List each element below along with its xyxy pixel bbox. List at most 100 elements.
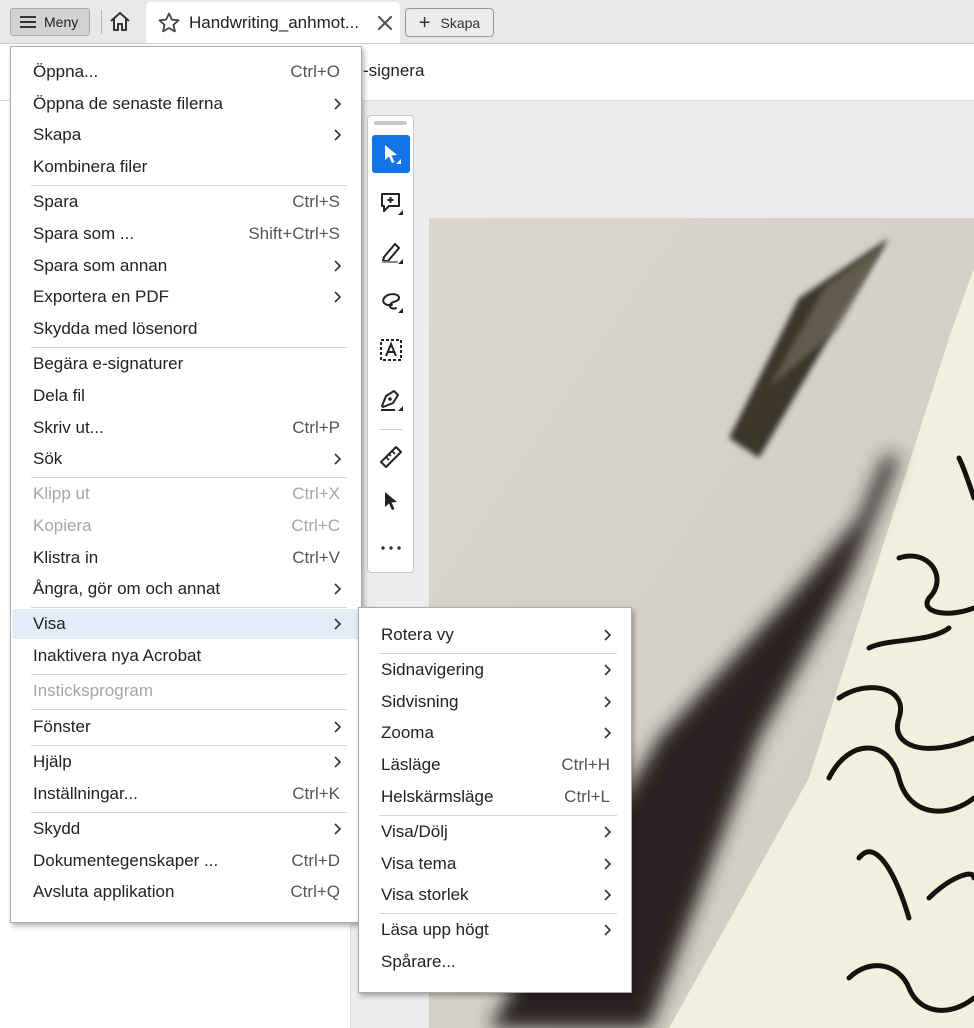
- main-menu-button[interactable]: Meny: [10, 8, 90, 36]
- submenu-item-show-hide[interactable]: Visa/Dölj: [360, 817, 630, 847]
- menu-item-protection[interactable]: Skydd: [12, 814, 360, 844]
- menu-item-request-esignatures[interactable]: Begära e-signaturer: [12, 349, 360, 379]
- submenu-item-tracker[interactable]: Spårare...: [360, 947, 630, 977]
- menu-item-disable-new-acrobat[interactable]: Inaktivera nya Acrobat: [12, 641, 360, 671]
- menu-item-window[interactable]: Fönster: [12, 712, 360, 742]
- chevron-right-icon: [334, 756, 342, 768]
- tool-draw[interactable]: [372, 282, 410, 320]
- menu-item-shortcut: Ctrl+K: [292, 784, 340, 803]
- tool-select[interactable]: [372, 135, 410, 173]
- submenu-item-page-navigation[interactable]: Sidnavigering: [360, 655, 630, 685]
- menu-item-exit[interactable]: Avsluta applikation Ctrl+Q: [12, 877, 360, 907]
- menu-item-label: Skydda med lösenord: [33, 319, 198, 338]
- tool-more[interactable]: [372, 529, 410, 567]
- menu-item-label: Läsläge: [381, 755, 441, 774]
- chevron-right-icon: [604, 858, 612, 870]
- menu-item-settings[interactable]: Inställningar... Ctrl+K: [12, 779, 360, 809]
- chevron-right-icon: [334, 583, 342, 595]
- menu-separator: [379, 913, 617, 914]
- menu-item-label: Rotera vy: [381, 625, 454, 644]
- menu-item-print[interactable]: Skriv ut... Ctrl+P: [12, 413, 360, 443]
- chevron-right-icon: [334, 291, 342, 303]
- menu-item-view[interactable]: Visa: [12, 609, 360, 639]
- menu-item-copy: Kopiera Ctrl+C: [12, 511, 360, 541]
- submenu-item-page-display[interactable]: Sidvisning: [360, 687, 630, 717]
- submenu-item-theme[interactable]: Visa tema: [360, 849, 630, 879]
- tool-pointer[interactable]: [372, 482, 410, 520]
- select-arrow-icon: [385, 145, 401, 164]
- menu-item-help[interactable]: Hjälp: [12, 747, 360, 777]
- menu-item-undo-redo[interactable]: Ångra, gör om och annat: [12, 574, 360, 604]
- menu-item-cut: Klipp ut Ctrl+X: [12, 479, 360, 509]
- tab-title: Handwriting_anhmot...: [189, 12, 360, 32]
- menu-item-protect-password[interactable]: Skydda med lösenord: [12, 314, 360, 344]
- submenu-item-reading-mode[interactable]: Läsläge Ctrl+H: [360, 750, 630, 780]
- menu-item-label: Läsa upp högt: [381, 920, 489, 939]
- menu-item-shortcut: Ctrl+P: [292, 418, 340, 437]
- menu-item-paste[interactable]: Klistra in Ctrl+V: [12, 543, 360, 573]
- submenu-item-read-aloud[interactable]: Läsa upp högt: [360, 915, 630, 945]
- menu-separator: [31, 347, 347, 348]
- pointer-icon: [385, 492, 397, 510]
- menu-item-combine-files[interactable]: Kombinera filer: [12, 152, 360, 182]
- submenu-item-rotate-view[interactable]: Rotera vy: [360, 620, 630, 650]
- view-submenu: Rotera vy Sidnavigering Sidvisning Zooma…: [358, 607, 632, 993]
- tool-fill-sign[interactable]: [372, 380, 410, 418]
- chevron-right-icon: [604, 696, 612, 708]
- tab-bar: Meny Handwriting_anhmot... + Skapa: [0, 0, 974, 44]
- menu-item-label: Klipp ut: [33, 484, 90, 503]
- document-tab[interactable]: Handwriting_anhmot...: [146, 2, 400, 43]
- menu-item-save-as[interactable]: Spara som ... Shift+Ctrl+S: [12, 219, 360, 249]
- menu-item-label: Helskärmsläge: [381, 787, 494, 806]
- menu-item-shortcut: Shift+Ctrl+S: [248, 224, 340, 243]
- menu-item-shortcut: Ctrl+S: [292, 192, 340, 211]
- tool-rail-grip[interactable]: [374, 121, 407, 125]
- menu-item-label: Dokumentegenskaper ...: [33, 851, 219, 870]
- tool-comment[interactable]: [372, 184, 410, 222]
- home-icon[interactable]: [108, 10, 132, 34]
- menu-item-label: Spara som annan: [33, 256, 168, 275]
- submenu-item-zoom[interactable]: Zooma: [360, 718, 630, 748]
- add-comment-icon: [381, 193, 403, 215]
- menu-item-label: Inaktivera nya Acrobat: [33, 646, 202, 665]
- menu-item-recent-files[interactable]: Öppna de senaste filerna: [12, 89, 360, 119]
- text-recognition-icon: [380, 339, 402, 361]
- submenu-item-display-size[interactable]: Visa storlek: [360, 880, 630, 910]
- chevron-right-icon: [334, 129, 342, 141]
- menu-item-save[interactable]: Spara Ctrl+S: [12, 187, 360, 217]
- submenu-item-full-screen[interactable]: Helskärmsläge Ctrl+L: [360, 782, 630, 812]
- menu-item-label: Sidvisning: [381, 692, 459, 711]
- menu-item-label: Skydd: [33, 819, 81, 838]
- menu-item-open[interactable]: Öppna... Ctrl+O: [12, 57, 360, 87]
- menu-item-export-pdf[interactable]: Exportera en PDF: [12, 282, 360, 312]
- tool-measure[interactable]: [372, 438, 410, 476]
- chevron-right-icon: [334, 260, 342, 272]
- create-button-label: Skapa: [440, 14, 481, 31]
- menu-item-search[interactable]: Sök: [12, 444, 360, 474]
- menu-item-label: Visa/Dölj: [381, 822, 448, 841]
- menu-item-label: Fönster: [33, 717, 91, 736]
- tool-highlight[interactable]: [372, 233, 410, 271]
- fill-sign-icon: [381, 390, 403, 411]
- menu-item-label: Sidnavigering: [381, 660, 485, 679]
- chevron-right-icon: [604, 889, 612, 901]
- create-button[interactable]: + Skapa: [405, 8, 494, 37]
- star-icon[interactable]: [157, 11, 181, 35]
- esign-tool-label[interactable]: -signera: [363, 61, 424, 81]
- menu-item-share-file[interactable]: Dela fil: [12, 381, 360, 411]
- menu-item-label: Visa: [33, 614, 66, 633]
- menu-item-label: Inställningar...: [33, 784, 138, 803]
- close-tab-icon[interactable]: [376, 14, 394, 32]
- menu-item-label: Klistra in: [33, 548, 99, 567]
- chevron-right-icon: [604, 826, 612, 838]
- menu-separator: [379, 653, 617, 654]
- menu-item-label: Hjälp: [33, 752, 72, 771]
- menu-item-document-properties[interactable]: Dokumentegenskaper ... Ctrl+D: [12, 846, 360, 876]
- chevron-right-icon: [334, 721, 342, 733]
- menu-item-shortcut: Ctrl+D: [291, 851, 340, 870]
- menu-separator: [31, 674, 347, 675]
- tool-text-recognition[interactable]: [372, 331, 410, 369]
- menu-separator: [31, 185, 347, 186]
- menu-item-save-as-other[interactable]: Spara som annan: [12, 251, 360, 281]
- menu-item-create[interactable]: Skapa: [12, 120, 360, 150]
